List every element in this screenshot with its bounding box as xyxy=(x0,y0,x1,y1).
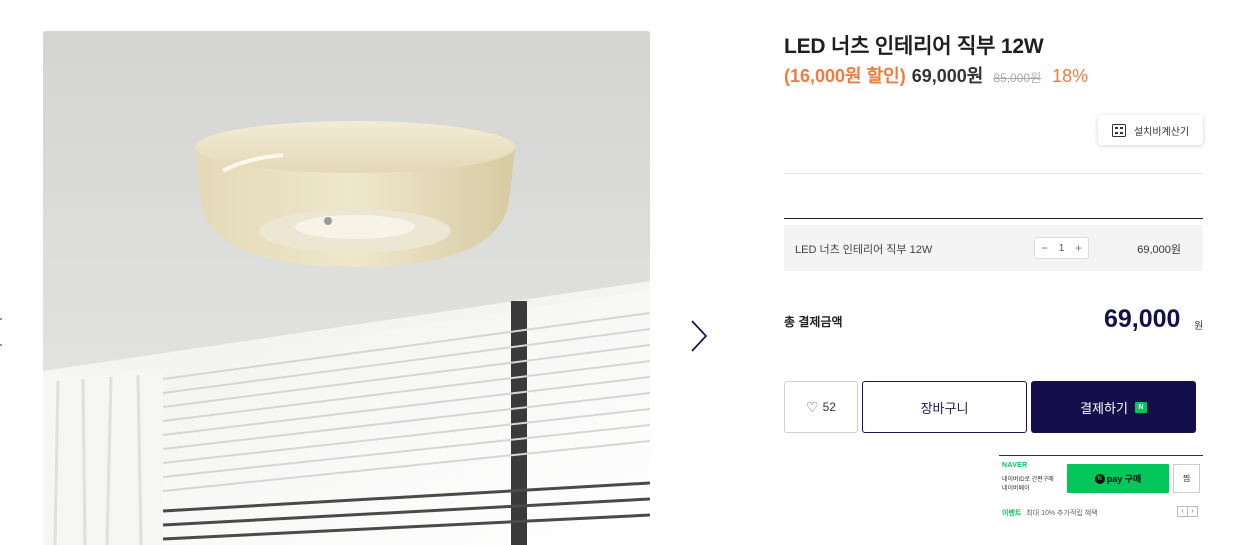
naver-pay-description: 네이버페이 xyxy=(1002,486,1030,492)
total-amount: 69,000 xyxy=(1104,305,1181,333)
heart-icon: ♡ xyxy=(806,398,819,415)
naver-pay-label: pay 구매 xyxy=(1106,474,1142,484)
divider xyxy=(784,218,1203,219)
wishlist-button[interactable]: ♡ 52 xyxy=(784,381,858,433)
naver-pay-event: 이벤트 최대 10% 추가적립 혜택 xyxy=(1002,508,1098,518)
option-price: 69,000원 xyxy=(1137,244,1181,256)
naver-pay-description: 네이버ID로 간편구매 xyxy=(1002,477,1054,483)
price-row: (16,000원 할인) 69,000원 85,000원 18% xyxy=(784,62,1088,88)
naver-n-icon: N xyxy=(1134,401,1147,413)
original-price: 85,000원 xyxy=(993,71,1042,85)
calculator-label: 설치비계산기 xyxy=(1133,126,1190,138)
installation-calculator-button[interactable]: 설치비계산기 xyxy=(1098,115,1203,145)
buy-now-label: 결제하기 xyxy=(1080,400,1128,416)
discount-amount: (16,000원 할인) xyxy=(784,66,906,86)
selected-option: LED 너츠 인테리어 직부 12W − 1 + 69,000원 xyxy=(784,225,1203,271)
sale-price: 69,000원 xyxy=(911,66,984,86)
chevron-right-icon xyxy=(691,320,708,352)
option-name: LED 너츠 인테리어 직부 12W xyxy=(795,244,933,256)
quantity-plus-button[interactable]: + xyxy=(1075,241,1082,255)
buy-now-button[interactable]: 결제하기 N xyxy=(1031,381,1196,433)
total-unit: 원 xyxy=(1194,321,1204,332)
naver-n-icon: N xyxy=(1094,473,1105,484)
product-image xyxy=(43,31,650,545)
gallery-edge-mark xyxy=(0,318,2,348)
quantity-stepper[interactable]: − 1 + xyxy=(1034,237,1089,259)
next-image-button[interactable] xyxy=(684,316,714,356)
total-label: 총 결제금액 xyxy=(784,315,843,329)
quantity-minus-button[interactable]: − xyxy=(1041,241,1048,255)
naver-logo: NAVER xyxy=(1002,462,1028,469)
divider xyxy=(784,173,1203,174)
divider xyxy=(999,455,1203,456)
add-to-cart-button[interactable]: 장바구니 xyxy=(862,381,1027,433)
chevron-right-icon[interactable]: › xyxy=(1187,506,1198,517)
discount-rate: 18% xyxy=(1052,66,1089,86)
naver-wish-button[interactable]: 찜 xyxy=(1173,464,1200,493)
event-label: 이벤트 xyxy=(1002,510,1022,517)
product-title: LED 너츠 인테리어 직부 12W xyxy=(784,35,1044,58)
event-pager: ‹ › xyxy=(1177,506,1198,517)
quantity-value: 1 xyxy=(1058,242,1065,254)
calculator-icon xyxy=(1111,123,1126,137)
event-text: 최대 10% 추가적립 혜택 xyxy=(1026,510,1098,517)
wishlist-count: 52 xyxy=(822,400,836,414)
naver-pay-button[interactable]: N pay 구매 xyxy=(1067,464,1169,493)
